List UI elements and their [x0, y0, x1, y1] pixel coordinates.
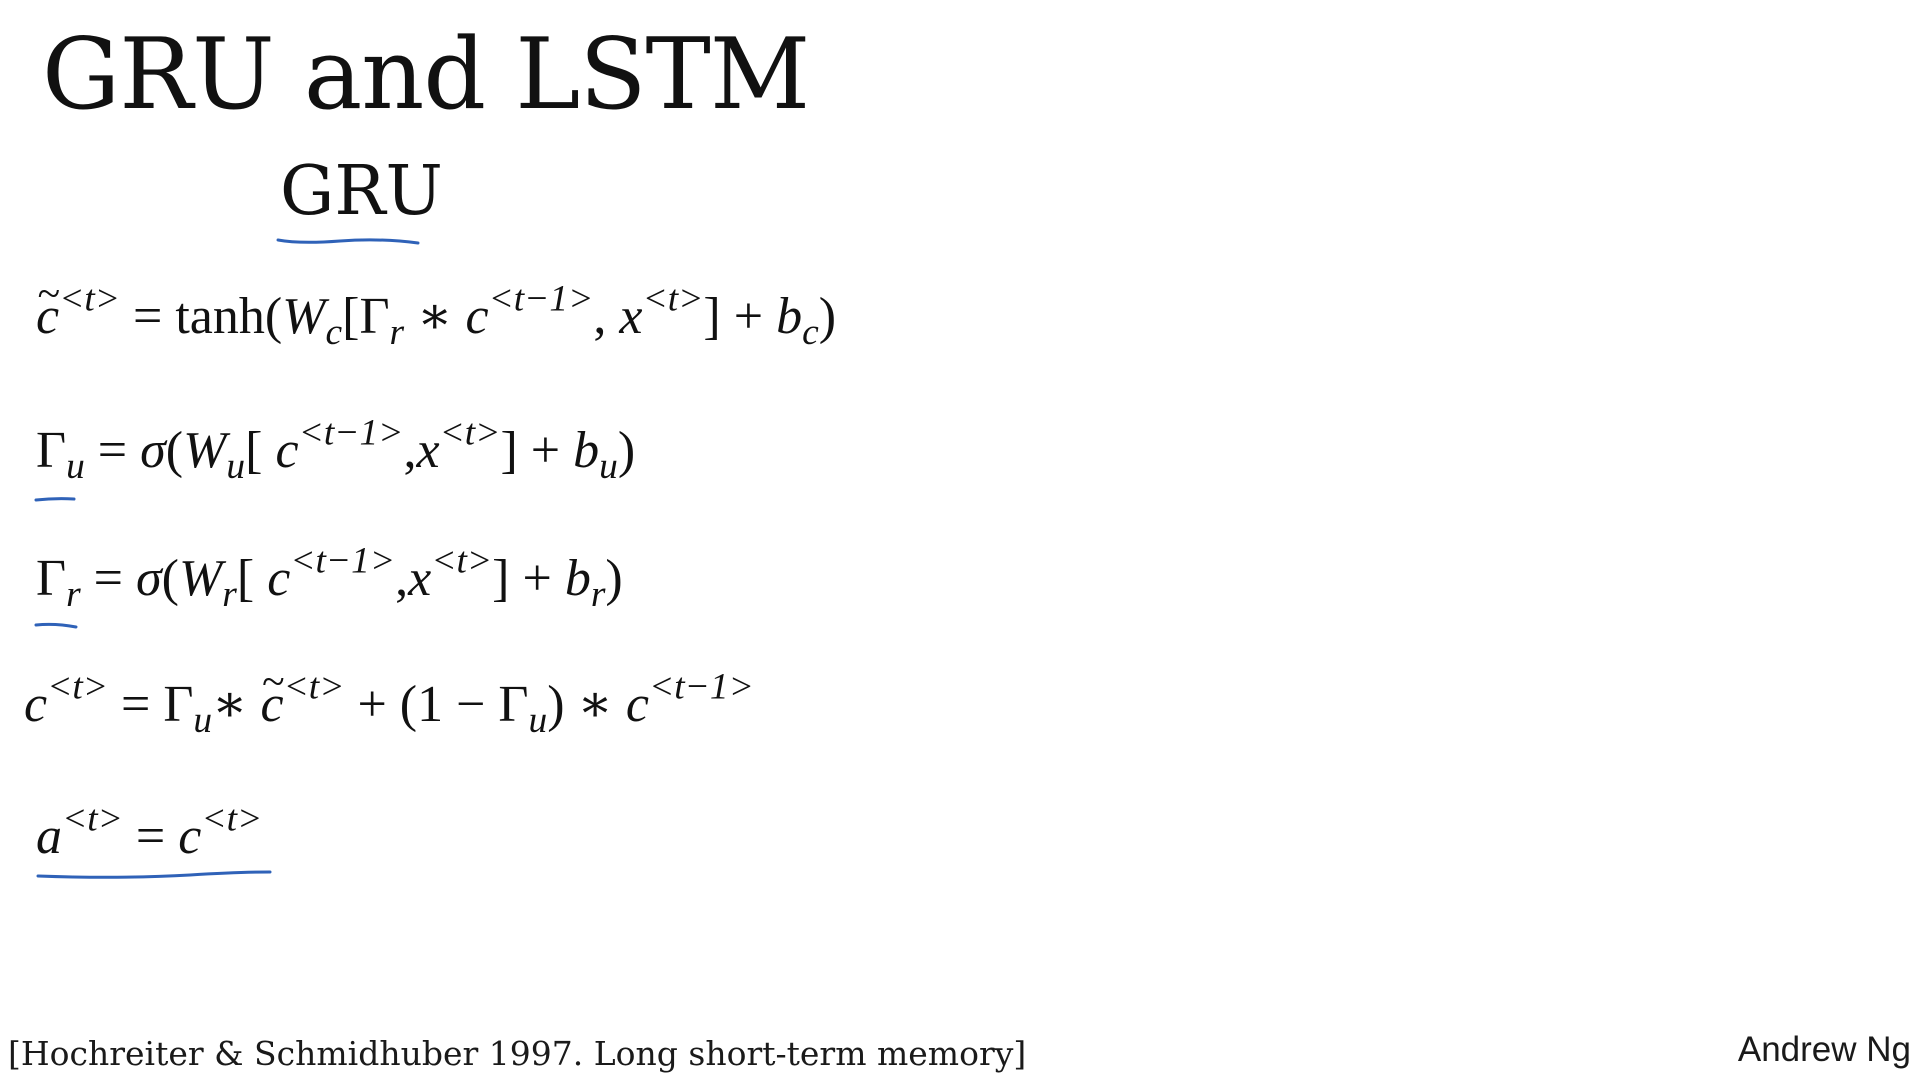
close-bracket-plus: ] + — [492, 550, 565, 607]
multiply-operator: ∗ — [404, 288, 466, 345]
superscript: <t> — [439, 412, 501, 454]
sigma-symbol: σ — [140, 422, 166, 479]
underline-activation — [36, 870, 272, 879]
c-symbol: c — [178, 808, 202, 865]
x-symbol: x — [416, 422, 440, 479]
subscript: c — [325, 312, 343, 354]
close-paren-multiply: ) ∗ — [547, 676, 626, 733]
comma: , — [395, 550, 409, 607]
open-paren: ( — [161, 550, 179, 607]
open-paren: ( — [165, 422, 184, 479]
close-paren: ) — [818, 288, 837, 345]
weight-symbol: W — [183, 422, 227, 479]
subscript: u — [528, 700, 548, 742]
comma: , — [593, 288, 620, 345]
superscript: <t−1> — [648, 666, 754, 708]
x-symbol: x — [619, 288, 643, 345]
c-prev-symbol: c — [267, 550, 291, 607]
superscript: <t−1> — [290, 540, 396, 582]
close-paren: ) — [605, 550, 623, 607]
bias-symbol: b — [776, 288, 803, 345]
author-name: Andrew Ng — [1737, 1030, 1911, 1069]
one-minus-gamma: + (1 − Γ — [344, 676, 529, 733]
equation-relevance-gate: Γr = σ(Wr[ c<t−1>,x<t>] + br) — [36, 542, 623, 613]
subscript: r — [389, 312, 405, 354]
open-bracket: [ — [245, 422, 276, 479]
bracket-gamma: [Γ — [342, 288, 390, 345]
subscript: r — [590, 574, 606, 616]
equals-sign: = — [120, 288, 176, 345]
multiply-operator: ∗ — [212, 676, 261, 733]
slide-title: GRU and LSTM — [42, 18, 810, 132]
citation: [Hochreiter & Schmidhuber 1997. Long sho… — [8, 1034, 1027, 1073]
c-tilde-symbol: c — [260, 656, 284, 736]
equals-gamma: = Γ — [108, 676, 194, 733]
weight-symbol: W — [282, 288, 326, 345]
underline-update-gate — [34, 497, 76, 502]
equation-candidate-memory: c<t> = tanh(Wc[Γr ∗ c<t−1>, x<t>] + bc) — [36, 268, 837, 351]
equals-sign: = — [80, 550, 136, 607]
equation-memory-update: c<t> = Γu∗ c<t> + (1 − Γu) ∗ c<t−1> — [24, 656, 754, 739]
superscript: <t−1> — [298, 412, 404, 454]
equation-activation: a<t> = c<t> — [36, 800, 262, 868]
subscript: u — [226, 446, 246, 488]
close-paren: ) — [617, 422, 636, 479]
subscript: u — [193, 700, 213, 742]
equation-update-gate: Γu = σ(Wu[ c<t−1>,x<t>] + bu) — [36, 414, 636, 485]
superscript: <t−1> — [488, 278, 594, 320]
gamma-symbol: Γ — [36, 422, 67, 479]
superscript: <t> — [431, 540, 493, 582]
open-bracket: [ — [236, 550, 268, 607]
superscript: <t> — [201, 798, 263, 840]
bias-symbol: b — [564, 550, 591, 607]
subscript: u — [66, 446, 85, 488]
c-prev-symbol: c — [275, 422, 299, 479]
underline-gru-heading — [276, 238, 420, 245]
comma: , — [403, 422, 417, 479]
c-symbol: c — [24, 676, 48, 733]
subscript: r — [66, 574, 81, 616]
subscript: r — [222, 574, 237, 616]
equals-sign: = — [84, 422, 141, 479]
c-prev-symbol: c — [625, 676, 649, 733]
sigma-symbol: σ — [135, 550, 162, 607]
weight-symbol: W — [178, 550, 223, 607]
close-bracket-plus: ] + — [703, 288, 777, 345]
a-symbol: a — [36, 808, 62, 865]
underline-relevance-gate — [34, 622, 78, 629]
equals-sign: = — [122, 808, 179, 865]
c-tilde-symbol: c — [36, 268, 60, 348]
superscript: <t> — [62, 798, 123, 840]
bias-symbol: b — [573, 422, 600, 479]
superscript: <t> — [642, 278, 704, 320]
c-prev-symbol: c — [465, 288, 489, 345]
lecture-slide: GRU and LSTM GRU c<t> = tanh(Wc[Γr ∗ c<t… — [0, 0, 1920, 1080]
superscript: <t> — [59, 278, 120, 320]
x-symbol: x — [408, 550, 432, 607]
subscript: u — [599, 446, 618, 488]
subscript: c — [802, 312, 819, 354]
superscript: <t> — [283, 666, 345, 708]
tanh-function: tanh( — [175, 288, 283, 345]
gamma-symbol: Γ — [36, 550, 67, 607]
superscript: <t> — [47, 666, 108, 708]
close-bracket-plus: ] + — [500, 422, 574, 479]
section-heading-gru: GRU — [280, 152, 443, 231]
